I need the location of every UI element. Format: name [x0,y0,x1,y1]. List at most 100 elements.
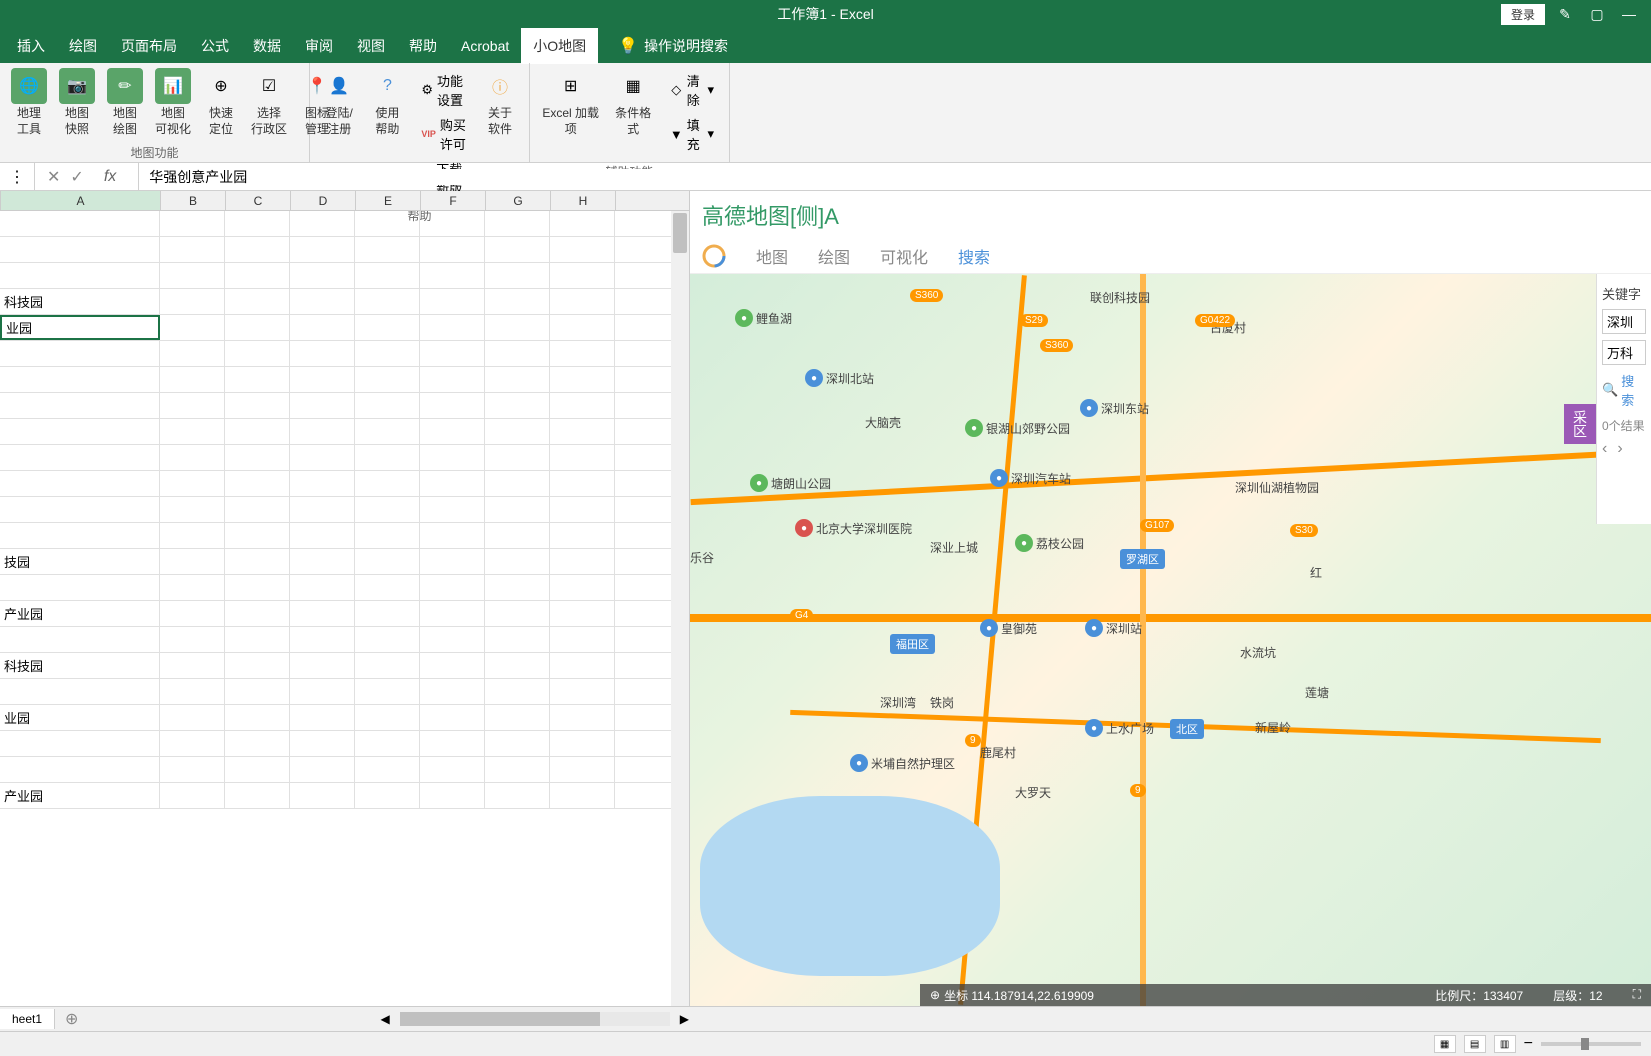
cell-G6[interactable] [485,341,550,366]
map-poi[interactable]: 深圳仙湖植物园 [1235,479,1319,496]
page-break-button[interactable]: ▥ [1494,1035,1516,1053]
cell-A10[interactable] [0,445,160,470]
cell-A14[interactable]: 技园 [0,549,160,574]
cell-H7[interactable] [550,367,615,392]
cell-F19[interactable] [420,679,485,704]
cell-E7[interactable] [355,367,420,392]
add-sheet-button[interactable]: ⊕ [55,1009,88,1029]
map-poi[interactable]: 联创科技园 [1090,289,1150,306]
scroll-right-icon[interactable]: ▶ [675,1012,694,1026]
cell-H23[interactable] [550,783,615,808]
ribbon-tab-8[interactable]: Acrobat [449,30,521,62]
zoom-out-icon[interactable]: − [1524,1035,1533,1053]
map-poi[interactable]: 深圳湾 [880,694,916,711]
map-tab-3[interactable]: 搜索 [958,244,990,268]
cell-G4[interactable] [485,289,550,314]
cell-C15[interactable] [225,575,290,600]
map-poi[interactable]: 乐谷 [690,549,714,566]
sheet-tab[interactable]: heet1 [0,1009,55,1029]
cell-F18[interactable] [420,653,485,678]
minimize-icon[interactable]: — [1617,5,1641,23]
map-poi[interactable]: 鹿尾村 [980,744,1016,761]
cell-F14[interactable] [420,549,485,574]
cell-C19[interactable] [225,679,290,704]
cell-B21[interactable] [160,731,225,756]
cell-C12[interactable] [225,497,290,522]
cell-G18[interactable] [485,653,550,678]
prev-page-icon[interactable]: ‹ [1602,440,1607,458]
cell-G9[interactable] [485,419,550,444]
cell-H16[interactable] [550,601,615,626]
map-poi[interactable]: 大脑壳 [865,414,901,431]
cell-B11[interactable] [160,471,225,496]
cells-area[interactable]: 科技园业园技园产业园科技园业园产业园 [0,211,689,1006]
cell-B22[interactable] [160,757,225,782]
cell-B3[interactable] [160,263,225,288]
ribbon-fill[interactable]: ▼ 填充 ▾ [665,112,719,156]
cell-E2[interactable] [355,237,420,262]
cell-E5[interactable] [355,315,420,340]
map-poi[interactable]: ●米埔自然护理区 [850,754,955,772]
cell-C13[interactable] [225,523,290,548]
map-poi[interactable]: ●荔枝公园 [1015,534,1084,552]
cell-D18[interactable] [290,653,355,678]
map-poi[interactable]: 铁岗 [930,694,954,711]
cell-A5[interactable]: 业园 [0,315,160,340]
cell-E14[interactable] [355,549,420,574]
search-button[interactable]: 🔍 搜索 [1602,371,1646,409]
cell-C14[interactable] [225,549,290,574]
ribbon-tab-4[interactable]: 数据 [241,28,293,64]
cell-A2[interactable] [0,237,160,262]
map-poi[interactable]: ●银湖山郊野公园 [965,419,1070,437]
cell-C5[interactable] [225,315,290,340]
district-label[interactable]: 福田区 [890,634,935,654]
cell-F12[interactable] [420,497,485,522]
ribbon-settings[interactable]: ⚙ 功能设置 [416,68,471,112]
cell-D23[interactable] [290,783,355,808]
cell-D20[interactable] [290,705,355,730]
cell-A3[interactable] [0,263,160,288]
cell-H15[interactable] [550,575,615,600]
cell-D22[interactable] [290,757,355,782]
cell-D14[interactable] [290,549,355,574]
cell-A16[interactable]: 产业园 [0,601,160,626]
map-tab-1[interactable]: 绘图 [818,244,850,268]
cell-G2[interactable] [485,237,550,262]
cell-B4[interactable] [160,289,225,314]
ribbon-map-visual[interactable]: 📊 地图 可视化 [149,63,197,142]
cell-C6[interactable] [225,341,290,366]
cell-E23[interactable] [355,783,420,808]
ribbon-map-draw[interactable]: ✏ 地图 绘图 [101,63,149,142]
cell-H8[interactable] [550,393,615,418]
cell-E11[interactable] [355,471,420,496]
cell-B14[interactable] [160,549,225,574]
cell-C18[interactable] [225,653,290,678]
cell-H9[interactable] [550,419,615,444]
cell-A6[interactable] [0,341,160,366]
cell-A12[interactable] [0,497,160,522]
cancel-icon[interactable]: ✕ [47,167,60,187]
horizontal-scrollbar[interactable] [400,1012,670,1026]
cell-E4[interactable] [355,289,420,314]
map-poi[interactable]: ●塘朗山公园 [750,474,831,492]
cell-C10[interactable] [225,445,290,470]
next-page-icon[interactable]: › [1617,440,1622,458]
cell-E10[interactable] [355,445,420,470]
cell-C3[interactable] [225,263,290,288]
col-header-G[interactable]: G [486,191,551,210]
fullscreen-icon[interactable]: ⛶ [1633,987,1641,1004]
cell-E17[interactable] [355,627,420,652]
cell-B6[interactable] [160,341,225,366]
cell-D6[interactable] [290,341,355,366]
window-restore-icon[interactable]: ▢ [1585,5,1609,23]
ribbon-tab-1[interactable]: 绘图 [57,28,109,64]
ribbon-tab-0[interactable]: 插入 [5,28,57,64]
cell-B18[interactable] [160,653,225,678]
cell-E21[interactable] [355,731,420,756]
cell-H18[interactable] [550,653,615,678]
cell-F23[interactable] [420,783,485,808]
cell-E3[interactable] [355,263,420,288]
cell-G11[interactable] [485,471,550,496]
zoom-thumb[interactable] [1581,1038,1589,1050]
scroll-left-icon[interactable]: ◀ [376,1012,395,1026]
